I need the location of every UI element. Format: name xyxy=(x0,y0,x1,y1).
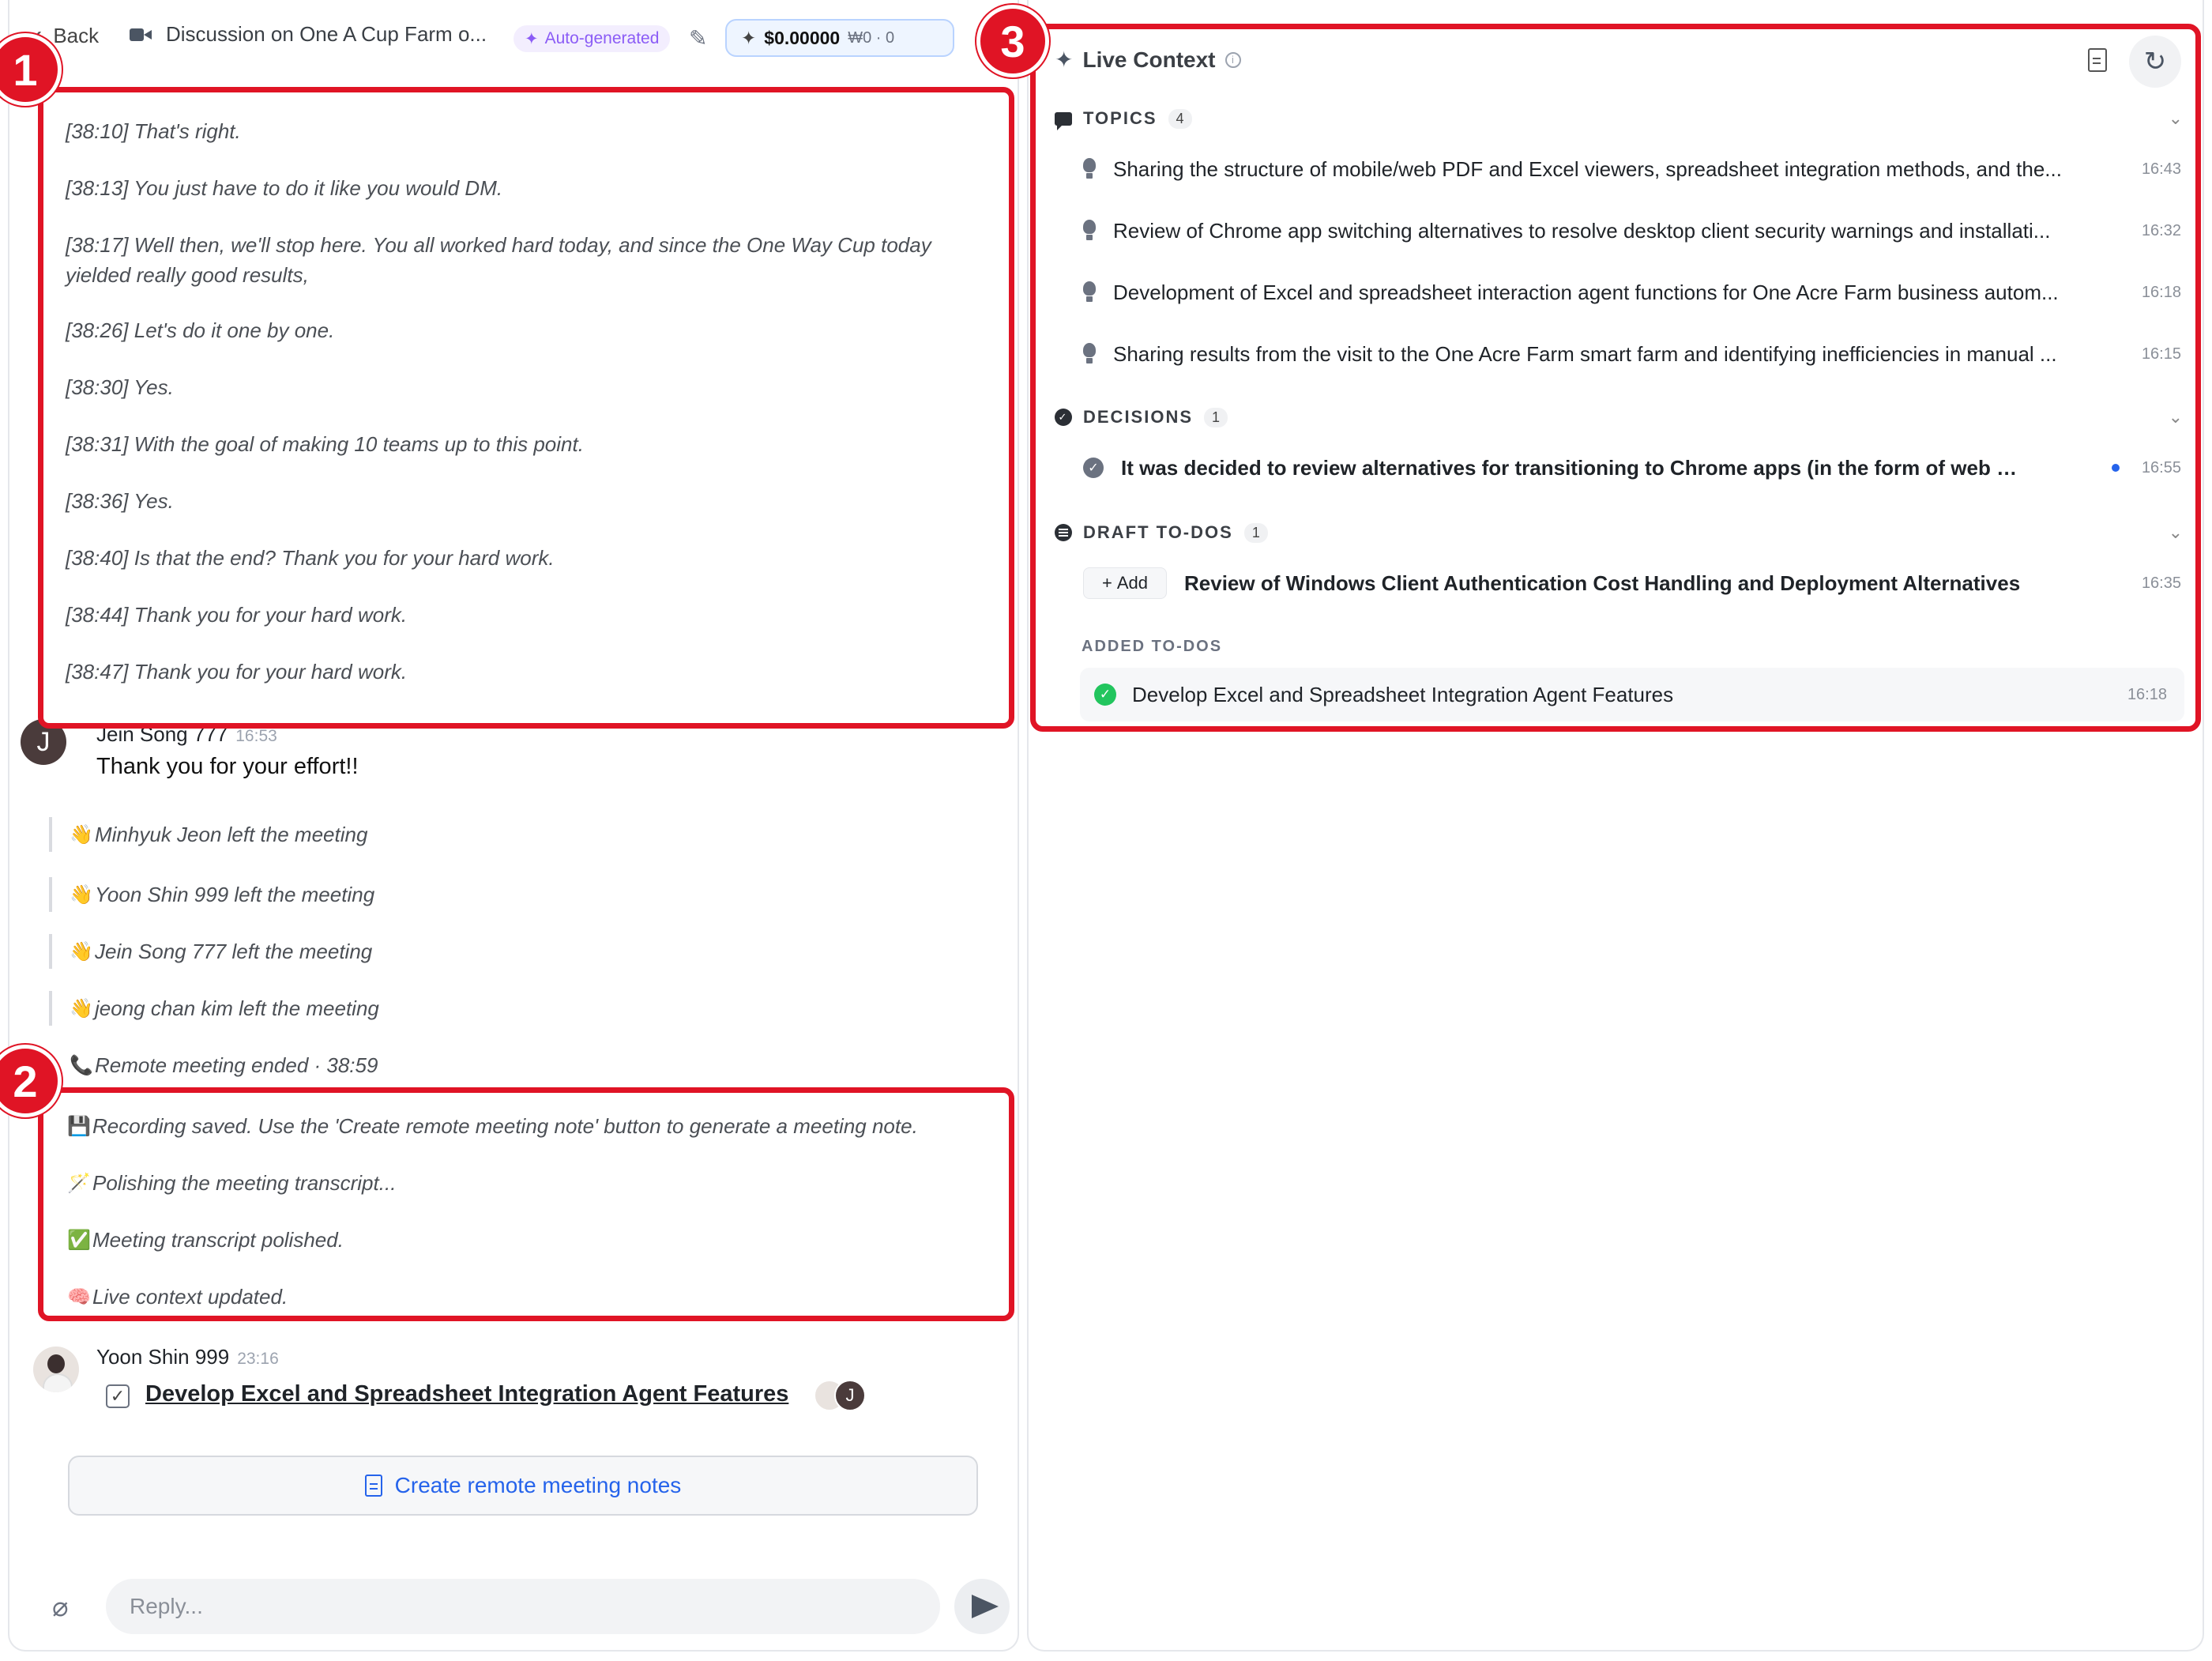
cost-amount: $0.00000 xyxy=(764,27,841,48)
refresh-icon: ↻ xyxy=(2143,47,2167,77)
check-circle-icon: ✓ xyxy=(1094,684,1116,706)
meeting-title: Discussion on One A Cup Farm o... xyxy=(130,22,487,47)
live-context-header: ✦ Live Context i xyxy=(1055,47,1241,73)
transcript-line: [38:30] Yes. xyxy=(66,375,174,399)
floppy-disk-icon: 💾 xyxy=(67,1115,91,1137)
chevron-down-icon[interactable]: ⌄ xyxy=(2169,407,2184,427)
topic-item[interactable]: Development of Excel and spreadsheet int… xyxy=(1083,273,2181,312)
events-highlight: 💾 Recording saved. Use the 'Create remot… xyxy=(38,1087,1014,1321)
sparkle-icon: ✦ xyxy=(741,27,757,48)
phone-icon: 📞 xyxy=(70,1054,93,1076)
system-event: ✅ Meeting transcript polished. xyxy=(67,1227,344,1252)
cost-indicator[interactable]: ✦ $0.00000 ₩0 · 0 xyxy=(725,19,954,57)
wave-icon: 👋 xyxy=(70,940,93,962)
system-event: 👋 Minhyuk Jeon left the meeting xyxy=(49,817,981,852)
send-button[interactable] xyxy=(954,1579,1010,1634)
todo-checkbox[interactable]: ✓ xyxy=(106,1384,130,1408)
wave-icon: 👋 xyxy=(70,883,93,906)
wave-icon: 👋 xyxy=(70,823,93,846)
wave-icon: 👋 xyxy=(70,997,93,1019)
list-icon xyxy=(1055,524,1072,541)
assignee-avatar: J xyxy=(834,1380,866,1411)
back-label: Back xyxy=(53,23,100,47)
info-icon[interactable]: i xyxy=(1224,51,1241,68)
chevron-down-icon[interactable]: ⌄ xyxy=(2169,108,2184,129)
system-event: 🪄 Polishing the meeting transcript... xyxy=(67,1170,397,1195)
transcript-line: [38:17] Well then, we'll stop here. You … xyxy=(66,233,931,287)
transcript-line: [38:47] Thank you for your hard work. xyxy=(66,660,408,684)
document-icon xyxy=(364,1475,382,1497)
sparkle-icon: ✦ xyxy=(525,29,539,48)
lightbulb-icon xyxy=(1083,281,1096,303)
unread-dot xyxy=(2112,464,2120,472)
annotation-marker-3: 3 xyxy=(976,5,1049,77)
topics-section-header[interactable]: TOPICS 4 ⌄ xyxy=(1055,108,2184,130)
todo-link[interactable]: Develop Excel and Spreadsheet Integratio… xyxy=(145,1381,788,1407)
paperclip-icon[interactable]: ⌀ xyxy=(52,1591,68,1623)
topic-item[interactable]: Review of Chrome app switching alternati… xyxy=(1083,211,2181,250)
topic-item[interactable]: Sharing the structure of mobile/web PDF … xyxy=(1083,149,2181,189)
decisions-section-header[interactable]: ✓ DECISIONS 1 ⌄ xyxy=(1055,407,2184,427)
transcript-highlight: [38:10] That's right. [38:13] You just h… xyxy=(38,87,1014,729)
lightbulb-icon xyxy=(1083,158,1096,180)
system-event: 📞 Remote meeting ended · 38:59 xyxy=(70,1053,378,1077)
system-event: 🧠 Live context updated. xyxy=(67,1284,288,1309)
sparkle-icon: ✦ xyxy=(1055,47,1074,72)
send-icon xyxy=(972,1595,999,1618)
topics-count: 4 xyxy=(1168,108,1192,129)
draft-todos-count: 1 xyxy=(1243,522,1268,543)
live-context-highlight: ✦ Live Context i ↻ TOPICS 4 ⌄ Sharing th… xyxy=(1030,24,2201,732)
added-todos-label: ADDED TO-DOS xyxy=(1082,638,1223,655)
meeting-title-text: Discussion on One A Cup Farm o... xyxy=(166,22,487,46)
transcript-line: [38:40] Is that the end? Thank you for y… xyxy=(66,546,555,570)
transcript-line: [38:26] Let's do it one by one. xyxy=(66,318,335,342)
add-todo-button[interactable]: + Add xyxy=(1083,567,1167,599)
transcript-line: [38:36] Yes. xyxy=(66,489,174,513)
message-author: Yoon Shin 999 23:16 xyxy=(96,1345,279,1369)
video-camera-icon xyxy=(130,28,152,42)
live-context-title: Live Context xyxy=(1082,47,1216,72)
lightbulb-icon xyxy=(1083,220,1096,242)
auto-generated-badge: ✦ Auto-generated xyxy=(514,25,671,52)
system-event: 👋 Jein Song 777 left the meeting xyxy=(49,934,981,969)
draft-todo-item: + Add Review of Windows Client Authentica… xyxy=(1083,563,2181,603)
plus-icon: + xyxy=(1101,573,1112,593)
transcript-line: [38:44] Thank you for your hard work. xyxy=(66,603,408,627)
document-icon[interactable] xyxy=(2088,48,2107,72)
reply-input[interactable] xyxy=(106,1579,940,1634)
transcript-line: [38:31] With the goal of making 10 teams… xyxy=(66,432,584,456)
chat-topbar: ‹ Back Discussion on One A Cup Farm o...… xyxy=(9,0,1021,76)
chat-bubble-icon xyxy=(1055,111,1072,130)
lightbulb-icon xyxy=(1083,343,1096,365)
check-circle-icon: ✓ xyxy=(1055,409,1072,426)
brain-icon: 🧠 xyxy=(67,1286,91,1308)
check-circle-icon: ✓ xyxy=(1083,458,1104,478)
chevron-down-icon[interactable]: ⌄ xyxy=(2169,522,2184,543)
topic-item[interactable]: Sharing results from the visit to the On… xyxy=(1083,334,2181,374)
system-event: 💾 Recording saved. Use the 'Create remot… xyxy=(67,1113,918,1138)
edit-pencil-icon[interactable]: ✎ xyxy=(689,25,707,51)
decisions-count: 1 xyxy=(1204,407,1228,427)
message-body: Thank you for your effort!! xyxy=(96,754,359,779)
create-meeting-notes-button[interactable]: Create remote meeting notes xyxy=(68,1456,978,1516)
cost-sub: ₩0 · 0 xyxy=(848,28,895,47)
draft-todos-section-header[interactable]: DRAFT TO-DOS 1 ⌄ xyxy=(1055,522,2184,543)
transcript-line: [38:13] You just have to do it like you … xyxy=(66,176,503,200)
decision-item[interactable]: ✓ It was decided to review alternatives … xyxy=(1083,448,2181,488)
check-mark-icon: ✅ xyxy=(67,1229,91,1251)
system-event: 👋 jeong chan kim left the meeting xyxy=(49,991,981,1026)
added-todo-item[interactable]: ✓ Develop Excel and Spreadsheet Integrat… xyxy=(1080,668,2184,721)
system-event: 👋 Yoon Shin 999 left the meeting xyxy=(49,877,981,912)
avatar[interactable] xyxy=(33,1347,79,1392)
magic-wand-icon: 🪄 xyxy=(67,1172,91,1194)
refresh-button[interactable]: ↻ xyxy=(2129,36,2181,88)
transcript-line: [38:10] That's right. xyxy=(66,119,241,143)
